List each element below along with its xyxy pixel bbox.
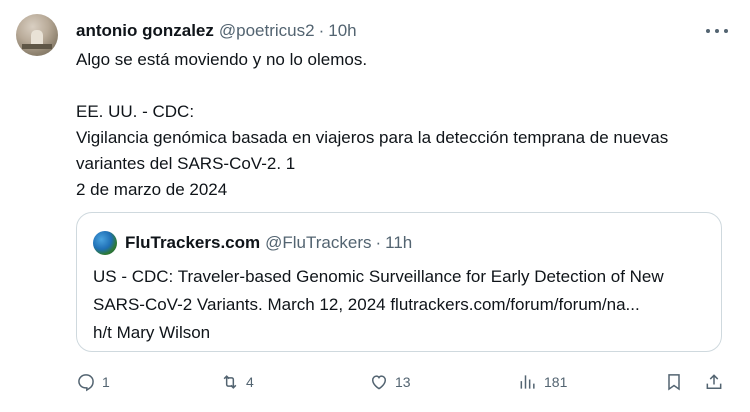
- bookmark-button[interactable]: [664, 368, 684, 396]
- action-bar: 1 4 13 181: [76, 368, 728, 396]
- tweet-line: Vigilancia genómica basada en viajeros p…: [76, 128, 669, 147]
- quoted-line: h/t Mary Wilson: [93, 323, 211, 342]
- author-handle[interactable]: @poetricus2: [219, 21, 315, 41]
- repost-count: 4: [246, 374, 254, 390]
- tweet-header: antonio gonzalez @poetricus2 · 10h: [76, 20, 357, 42]
- bookmark-icon: [668, 374, 680, 391]
- repost-button[interactable]: 4: [220, 368, 254, 396]
- more-dot: [715, 29, 719, 33]
- author-avatar[interactable]: [16, 14, 58, 56]
- quoted-text: US - CDC: Traveler-based Genomic Surveil…: [93, 263, 707, 347]
- quoted-tweet[interactable]: FluTrackers.com @FluTrackers · 11h US - …: [76, 212, 722, 352]
- views-count: 181: [544, 374, 568, 390]
- heart-icon: [371, 375, 387, 390]
- more-icon[interactable]: [706, 22, 728, 40]
- separator-dot: ·: [318, 21, 325, 40]
- quoted-author-name: FluTrackers.com: [125, 233, 261, 252]
- views-button[interactable]: 181: [518, 368, 567, 396]
- more-dot: [706, 29, 710, 33]
- tweet[interactable]: antonio gonzalez @poetricus2 · 10h Algo …: [0, 0, 750, 412]
- quoted-header: FluTrackers.com @FluTrackers · 11h: [93, 231, 412, 255]
- views-icon: [520, 375, 535, 389]
- post-time[interactable]: 10h: [328, 21, 356, 41]
- quoted-line: SARS-CoV-2 Variants. March 12, 2024 flut…: [93, 295, 640, 314]
- share-button[interactable]: [704, 368, 724, 396]
- tweet-line: EE. UU. - CDC:: [76, 102, 195, 121]
- like-button[interactable]: 13: [369, 368, 411, 396]
- avatar-bench: [22, 44, 52, 49]
- author-name[interactable]: antonio gonzalez: [76, 21, 214, 41]
- repost-icon: [223, 375, 237, 389]
- quoted-line: US - CDC: Traveler-based Genomic Surveil…: [93, 267, 664, 286]
- quoted-author-handle: @FluTrackers: [265, 233, 372, 252]
- share-icon: [706, 374, 722, 389]
- tweet-text: Algo se está moviendo y no lo olemos. EE…: [76, 47, 736, 203]
- tweet-line: variantes del SARS-CoV-2. 1: [76, 154, 296, 173]
- quoted-time: 11h: [385, 233, 413, 252]
- tweet-line: 2 de marzo de 2024: [76, 180, 228, 199]
- like-count: 13: [395, 374, 411, 390]
- more-dot: [724, 29, 728, 33]
- reply-count: 1: [102, 374, 110, 390]
- tweet-line: Algo se está moviendo y no lo olemos.: [76, 50, 368, 69]
- quoted-avatar: [93, 231, 117, 255]
- reply-button[interactable]: 1: [76, 368, 110, 396]
- reply-icon: [78, 374, 94, 392]
- separator-dot: ·: [375, 233, 382, 252]
